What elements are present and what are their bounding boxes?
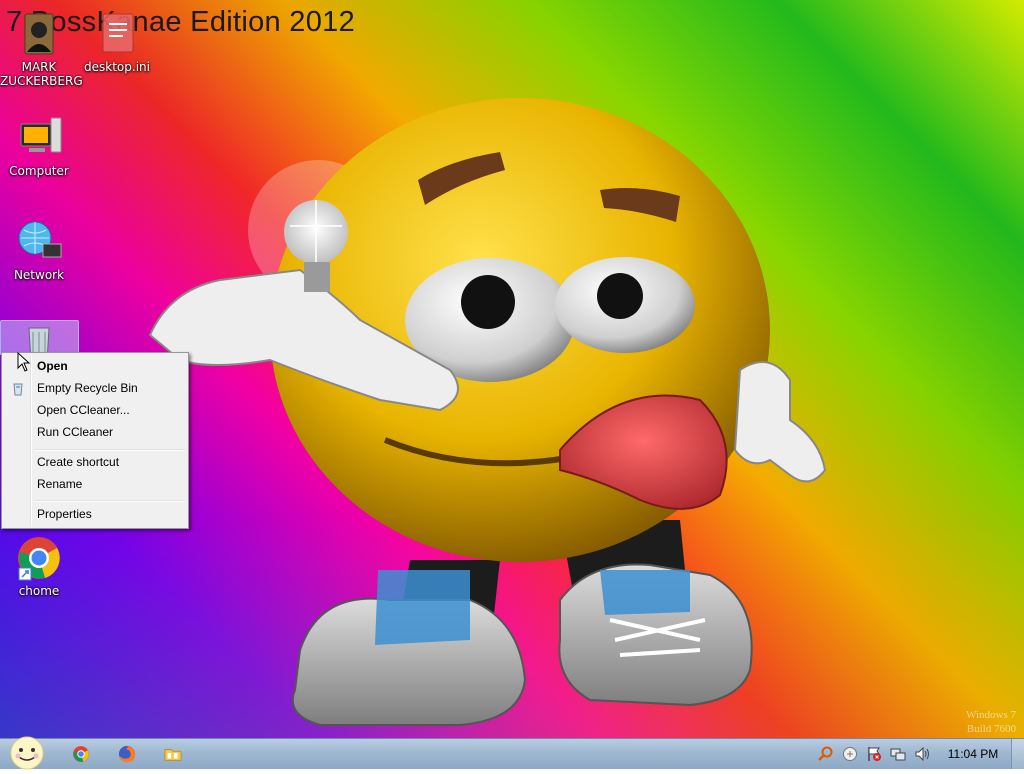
desktop-icon-desktop-ini[interactable]: desktop.ini <box>78 10 156 74</box>
menu-item-open-ccleaner[interactable]: Open CCleaner... <box>4 399 186 421</box>
recycle-shield-icon <box>11 381 25 396</box>
chrome-icon <box>15 534 63 582</box>
menu-separator <box>34 500 185 502</box>
taskbar-chrome-button[interactable] <box>68 742 94 766</box>
explorer-folder-icon <box>164 749 182 761</box>
search-tool-icon[interactable] <box>818 746 834 762</box>
desktop-icon-network[interactable]: Network <box>0 218 78 282</box>
config-file-icon <box>93 10 141 58</box>
taskbar-clock[interactable]: 11:04 PM <box>940 739 1006 769</box>
network-icon <box>15 218 63 266</box>
desktop-icon-chome[interactable]: chome <box>0 534 78 598</box>
menu-item-empty-recycle-bin[interactable]: Empty Recycle Bin <box>4 377 186 399</box>
firefox-icon <box>118 745 136 763</box>
taskbar: 11:04 PM <box>0 735 1024 771</box>
taskbar-explorer-button[interactable] <box>160 742 186 766</box>
start-button[interactable] <box>8 735 46 771</box>
desktop-icon-computer[interactable]: Computer <box>0 114 78 178</box>
context-menu: Open Empty Recycle Bin Open CCleaner... … <box>1 352 189 529</box>
desktop-wallpaper: 7 BossKanae Edition 2012 MARK ZUCKERBERG… <box>0 0 1024 738</box>
menu-item-create-shortcut[interactable]: Create shortcut <box>4 451 186 473</box>
windows-watermark: Windows 7 Build 7600 <box>966 709 1016 735</box>
show-desktop-button[interactable] <box>1011 739 1024 769</box>
volume-icon[interactable] <box>914 746 930 762</box>
menu-item-rename[interactable]: Rename <box>4 473 186 495</box>
taskbar-firefox-button[interactable] <box>114 742 140 766</box>
action-center-flag-icon[interactable] <box>866 746 882 762</box>
user-folder-icon <box>15 10 63 58</box>
computer-icon <box>15 114 63 162</box>
messenger-icon[interactable] <box>842 746 858 762</box>
network-tray-icon[interactable] <box>890 746 906 762</box>
menu-item-properties[interactable]: Properties <box>4 503 186 525</box>
menu-item-run-ccleaner[interactable]: Run CCleaner <box>4 421 186 443</box>
desktop-icon-mark-zuckerberg[interactable]: MARK ZUCKERBERG <box>0 10 83 88</box>
menu-item-open[interactable]: Open <box>4 355 186 377</box>
smiley-start-orb-icon <box>10 736 44 770</box>
chrome-icon <box>73 746 89 762</box>
mouse-cursor-icon <box>17 352 31 372</box>
